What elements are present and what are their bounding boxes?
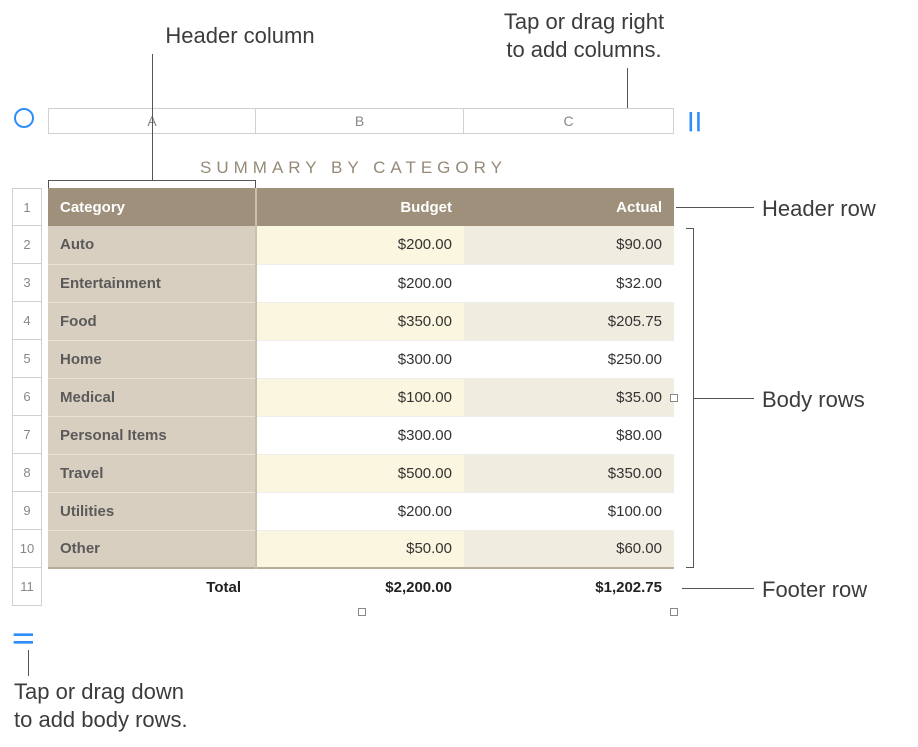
cell-category[interactable]: Home bbox=[48, 340, 256, 378]
spreadsheet-table[interactable]: Category Budget Actual Auto $200.00 $90.… bbox=[48, 188, 674, 606]
bracket-header-column bbox=[48, 180, 256, 188]
table-row[interactable]: Travel $500.00 $350.00 bbox=[48, 454, 674, 492]
callout-header-column: Header column bbox=[150, 22, 330, 50]
cell-actual[interactable]: $205.75 bbox=[464, 302, 674, 340]
row-header-10[interactable]: 10 bbox=[13, 530, 41, 568]
table-menu-handle-icon[interactable] bbox=[14, 108, 34, 128]
cell-budget[interactable]: $200.00 bbox=[256, 264, 464, 302]
callout-body-rows: Body rows bbox=[762, 386, 865, 414]
leader-add-columns bbox=[627, 68, 628, 108]
table-footer-row[interactable]: Total $2,200.00 $1,202.75 bbox=[48, 568, 674, 606]
header-budget[interactable]: Budget bbox=[256, 188, 464, 226]
callout-add-rows-l1: Tap or drag down bbox=[14, 679, 184, 704]
footer-actual[interactable]: $1,202.75 bbox=[464, 568, 674, 606]
cell-budget[interactable]: $350.00 bbox=[256, 302, 464, 340]
cell-actual[interactable]: $60.00 bbox=[464, 530, 674, 568]
footer-label[interactable]: Total bbox=[48, 568, 256, 606]
table-row[interactable]: Home $300.00 $250.00 bbox=[48, 340, 674, 378]
cell-category[interactable]: Auto bbox=[48, 226, 256, 264]
table-row[interactable]: Personal Items $300.00 $80.00 bbox=[48, 416, 674, 454]
cell-budget[interactable]: $500.00 bbox=[256, 454, 464, 492]
cell-actual[interactable]: $250.00 bbox=[464, 340, 674, 378]
cell-actual[interactable]: $90.00 bbox=[464, 226, 674, 264]
column-ruler[interactable]: A B C bbox=[48, 108, 674, 134]
callout-header-row: Header row bbox=[762, 195, 876, 223]
leader-header-row bbox=[676, 207, 754, 208]
table-row[interactable]: Entertainment $200.00 $32.00 bbox=[48, 264, 674, 302]
callout-add-rows-l2: to add body rows. bbox=[14, 707, 188, 732]
cell-actual[interactable]: $100.00 bbox=[464, 492, 674, 530]
cell-actual[interactable]: $32.00 bbox=[464, 264, 674, 302]
row-header-3[interactable]: 3 bbox=[13, 264, 41, 302]
callout-add-columns-l2: to add columns. bbox=[506, 37, 661, 62]
row-header-7[interactable]: 7 bbox=[13, 416, 41, 454]
row-header-5[interactable]: 5 bbox=[13, 340, 41, 378]
callout-footer-row: Footer row bbox=[762, 576, 867, 604]
table-row[interactable]: Medical $100.00 $35.00 bbox=[48, 378, 674, 416]
header-actual[interactable]: Actual bbox=[464, 188, 674, 226]
bracket-body-rows bbox=[686, 228, 694, 568]
add-columns-handle-icon[interactable]: || bbox=[688, 110, 703, 133]
cell-category[interactable]: Personal Items bbox=[48, 416, 256, 454]
cell-actual[interactable]: $80.00 bbox=[464, 416, 674, 454]
cell-category[interactable]: Food bbox=[48, 302, 256, 340]
row-header-4[interactable]: 4 bbox=[13, 302, 41, 340]
cell-category[interactable]: Travel bbox=[48, 454, 256, 492]
resize-handle-icon[interactable] bbox=[670, 394, 678, 402]
cell-category[interactable]: Medical bbox=[48, 378, 256, 416]
row-ruler[interactable]: 1 2 3 4 5 6 7 8 9 10 11 bbox=[12, 188, 42, 606]
footer-budget[interactable]: $2,200.00 bbox=[256, 568, 464, 606]
table-row[interactable]: Auto $200.00 $90.00 bbox=[48, 226, 674, 264]
resize-handle-icon[interactable] bbox=[670, 608, 678, 616]
cell-category[interactable]: Utilities bbox=[48, 492, 256, 530]
cell-budget[interactable]: $300.00 bbox=[256, 416, 464, 454]
table-row[interactable]: Utilities $200.00 $100.00 bbox=[48, 492, 674, 530]
row-header-6[interactable]: 6 bbox=[13, 378, 41, 416]
cell-category[interactable]: Other bbox=[48, 530, 256, 568]
row-header-11[interactable]: 11 bbox=[13, 568, 41, 606]
column-header-c[interactable]: C bbox=[464, 109, 674, 133]
table-row[interactable]: Other $50.00 $60.00 bbox=[48, 530, 674, 568]
cell-actual[interactable]: $350.00 bbox=[464, 454, 674, 492]
resize-handle-icon[interactable] bbox=[358, 608, 366, 616]
row-header-1[interactable]: 1 bbox=[13, 188, 41, 226]
cell-budget[interactable]: $200.00 bbox=[256, 492, 464, 530]
leader-footer-row bbox=[682, 588, 754, 589]
callout-add-rows: Tap or drag down to add body rows. bbox=[14, 678, 188, 733]
table-row[interactable]: Food $350.00 $205.75 bbox=[48, 302, 674, 340]
row-header-9[interactable]: 9 bbox=[13, 492, 41, 530]
row-header-2[interactable]: 2 bbox=[13, 226, 41, 264]
cell-budget[interactable]: $200.00 bbox=[256, 226, 464, 264]
cell-budget[interactable]: $100.00 bbox=[256, 378, 464, 416]
add-rows-handle-icon[interactable]: || bbox=[12, 632, 35, 647]
table-title: SUMMARY BY CATEGORY bbox=[200, 158, 507, 178]
cell-budget[interactable]: $300.00 bbox=[256, 340, 464, 378]
callout-add-columns: Tap or drag right to add columns. bbox=[454, 8, 714, 63]
table-header-row[interactable]: Category Budget Actual bbox=[48, 188, 674, 226]
leader-add-rows bbox=[28, 650, 29, 676]
row-header-8[interactable]: 8 bbox=[13, 454, 41, 492]
header-category[interactable]: Category bbox=[48, 188, 256, 226]
cell-category[interactable]: Entertainment bbox=[48, 264, 256, 302]
callout-add-columns-l1: Tap or drag right bbox=[504, 9, 664, 34]
cell-budget[interactable]: $50.00 bbox=[256, 530, 464, 568]
leader-header-column bbox=[152, 54, 153, 180]
column-header-b[interactable]: B bbox=[256, 109, 464, 133]
cell-actual[interactable]: $35.00 bbox=[464, 378, 674, 416]
leader-body-rows bbox=[694, 398, 754, 399]
